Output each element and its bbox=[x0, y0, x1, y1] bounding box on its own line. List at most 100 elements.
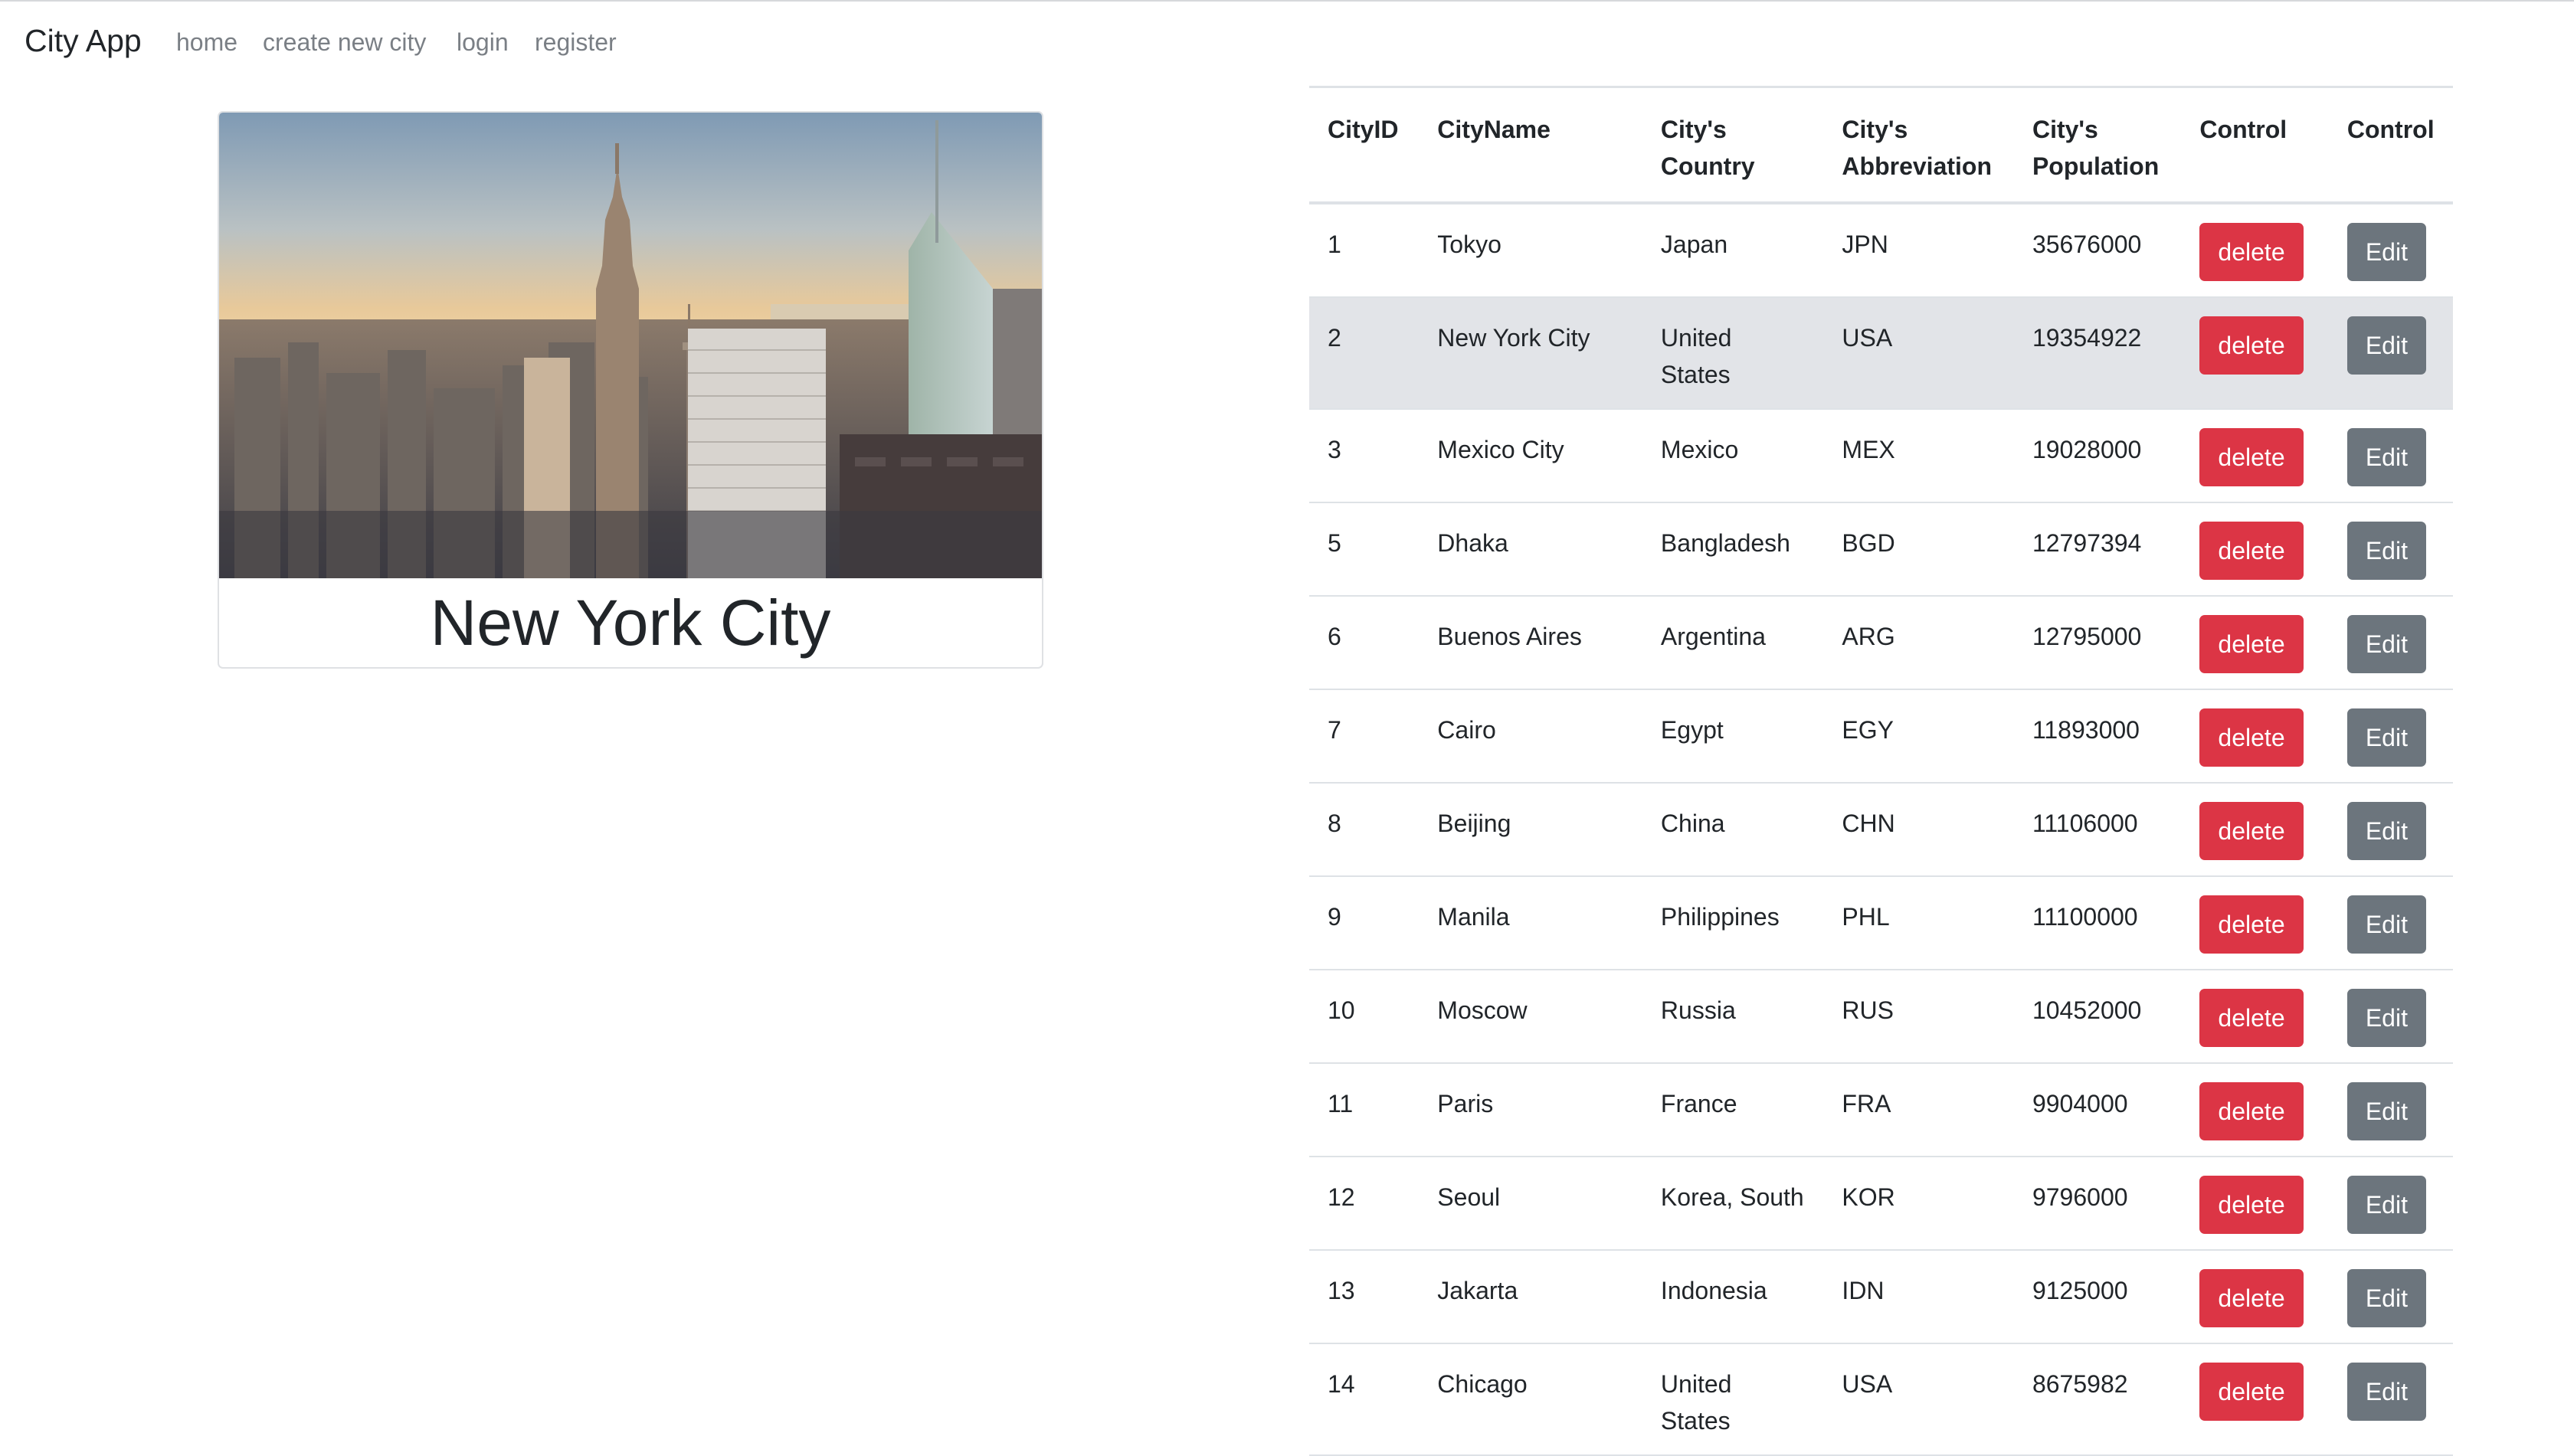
delete-button[interactable]: delete bbox=[2199, 1176, 2304, 1234]
table-row: 3 Mexico City Mexico MEX 19028000 delete… bbox=[1309, 409, 2453, 503]
cell-city-id: 13 bbox=[1309, 1250, 1420, 1344]
cell-city-abbreviation: PHL bbox=[1823, 876, 2014, 970]
header-city-population: City's Population bbox=[2013, 86, 2182, 204]
delete-button[interactable]: delete bbox=[2199, 1363, 2304, 1421]
cell-city-country: Philippines bbox=[1642, 876, 1824, 970]
cell-city-abbreviation: CHN bbox=[1823, 783, 2014, 877]
nav-link-register[interactable]: register bbox=[535, 28, 617, 57]
cell-city-id: 6 bbox=[1309, 596, 1420, 690]
cell-delete: delete bbox=[2181, 783, 2329, 877]
header-city-name: CityName bbox=[1419, 86, 1642, 204]
table-row: 6 Buenos Aires Argentina ARG 12795000 de… bbox=[1309, 596, 2453, 690]
cell-city-name: Manila bbox=[1419, 876, 1642, 970]
cell-city-id: 9 bbox=[1309, 876, 1420, 970]
header-city-abbreviation: City's Abbreviation bbox=[1823, 86, 2014, 204]
table-row: 12 Seoul Korea, South KOR 9796000 delete… bbox=[1309, 1157, 2453, 1251]
edit-button[interactable]: Edit bbox=[2346, 316, 2426, 375]
edit-button[interactable]: Edit bbox=[2346, 989, 2426, 1047]
edit-button[interactable]: Edit bbox=[2346, 223, 2426, 281]
edit-button[interactable]: Edit bbox=[2346, 1363, 2426, 1421]
edit-button[interactable]: Edit bbox=[2346, 428, 2426, 486]
cell-city-name: Moscow bbox=[1419, 970, 1642, 1064]
cell-city-name: Seoul bbox=[1419, 1157, 1642, 1251]
cell-edit: Edit bbox=[2328, 689, 2453, 784]
cell-edit: Edit bbox=[2328, 596, 2453, 690]
cell-edit: Edit bbox=[2328, 1157, 2453, 1251]
nav-link-create-new-city[interactable]: create new city bbox=[263, 28, 426, 57]
edit-button[interactable]: Edit bbox=[2346, 802, 2426, 860]
cell-city-id: 12 bbox=[1309, 1157, 1420, 1251]
delete-button[interactable]: delete bbox=[2199, 1082, 2304, 1140]
cell-city-population: 9796000 bbox=[2013, 1157, 2182, 1251]
table-row: 7 Cairo Egypt EGY 11893000 delete Edit bbox=[1309, 689, 2453, 784]
cell-city-name: Mexico City bbox=[1419, 409, 1642, 503]
cell-delete: delete bbox=[2181, 876, 2329, 970]
cell-edit: Edit bbox=[2328, 1250, 2453, 1344]
edit-button[interactable]: Edit bbox=[2346, 1269, 2426, 1327]
cell-delete: delete bbox=[2181, 596, 2329, 690]
cell-city-name: Jakarta bbox=[1419, 1250, 1642, 1344]
edit-button[interactable]: Edit bbox=[2346, 1176, 2426, 1234]
cell-edit: Edit bbox=[2328, 876, 2453, 970]
delete-button[interactable]: delete bbox=[2199, 1269, 2304, 1327]
table-row: 13 Jakarta Indonesia IDN 9125000 delete … bbox=[1309, 1250, 2453, 1344]
cell-city-country: United States bbox=[1642, 297, 1824, 410]
cell-delete: delete bbox=[2181, 203, 2329, 298]
table-row: 1 Tokyo Japan JPN 35676000 delete Edit bbox=[1309, 203, 2453, 298]
cell-delete: delete bbox=[2181, 409, 2329, 503]
cell-city-country: France bbox=[1642, 1063, 1824, 1157]
cell-city-name: Chicago bbox=[1419, 1343, 1642, 1456]
cell-city-population: 9125000 bbox=[2013, 1250, 2182, 1344]
cell-city-country: Japan bbox=[1642, 203, 1824, 298]
nav-link-login[interactable]: login bbox=[457, 28, 509, 57]
cell-city-id: 5 bbox=[1309, 502, 1420, 597]
cell-city-country: United States bbox=[1642, 1343, 1824, 1456]
cell-city-population: 19028000 bbox=[2013, 409, 2182, 503]
cell-edit: Edit bbox=[2328, 297, 2453, 410]
delete-button[interactable]: delete bbox=[2199, 522, 2304, 580]
table-header-row: CityID CityName City's Country City's Ab… bbox=[1309, 86, 2453, 204]
table-row: 5 Dhaka Bangladesh BGD 12797394 delete E… bbox=[1309, 502, 2453, 597]
navbar: City App home create new city login regi… bbox=[0, 0, 2574, 89]
edit-button[interactable]: Edit bbox=[2346, 522, 2426, 580]
cell-edit: Edit bbox=[2328, 1343, 2453, 1456]
cell-delete: delete bbox=[2181, 1063, 2329, 1157]
edit-button[interactable]: Edit bbox=[2346, 708, 2426, 767]
header-control-delete: Control bbox=[2181, 86, 2329, 204]
delete-button[interactable]: delete bbox=[2199, 802, 2304, 860]
featured-city-card: New York City bbox=[218, 111, 1043, 669]
cell-city-population: 8675982 bbox=[2013, 1343, 2182, 1456]
cell-city-population: 11100000 bbox=[2013, 876, 2182, 970]
cities-table: CityID CityName City's Country City's Ab… bbox=[1309, 86, 2453, 1456]
cell-edit: Edit bbox=[2328, 502, 2453, 597]
cell-city-country: Bangladesh bbox=[1642, 502, 1824, 597]
cell-city-country: Russia bbox=[1642, 970, 1824, 1064]
header-control-edit: Control bbox=[2328, 86, 2453, 204]
delete-button[interactable]: delete bbox=[2199, 708, 2304, 767]
delete-button[interactable]: delete bbox=[2199, 428, 2304, 486]
edit-button[interactable]: Edit bbox=[2346, 615, 2426, 673]
cell-city-population: 12797394 bbox=[2013, 502, 2182, 597]
cell-city-country: China bbox=[1642, 783, 1824, 877]
edit-button[interactable]: Edit bbox=[2346, 1082, 2426, 1140]
cell-city-name: Tokyo bbox=[1419, 203, 1642, 298]
cell-delete: delete bbox=[2181, 689, 2329, 784]
cell-edit: Edit bbox=[2328, 203, 2453, 298]
delete-button[interactable]: delete bbox=[2199, 895, 2304, 954]
cell-city-population: 10452000 bbox=[2013, 970, 2182, 1064]
edit-button[interactable]: Edit bbox=[2346, 895, 2426, 954]
featured-city-title: New York City bbox=[430, 587, 831, 659]
navbar-brand[interactable]: City App bbox=[25, 23, 142, 59]
delete-button[interactable]: delete bbox=[2199, 615, 2304, 673]
cell-edit: Edit bbox=[2328, 783, 2453, 877]
nav-link-home[interactable]: home bbox=[176, 28, 237, 57]
cell-city-abbreviation: FRA bbox=[1823, 1063, 2014, 1157]
delete-button[interactable]: delete bbox=[2199, 316, 2304, 375]
delete-button[interactable]: delete bbox=[2199, 989, 2304, 1047]
table-row: 11 Paris France FRA 9904000 delete Edit bbox=[1309, 1063, 2453, 1157]
cell-city-name: Cairo bbox=[1419, 689, 1642, 784]
delete-button[interactable]: delete bbox=[2199, 223, 2304, 281]
cell-city-name: New York City bbox=[1419, 297, 1642, 410]
cell-delete: delete bbox=[2181, 1250, 2329, 1344]
city-skyline-image bbox=[219, 113, 1042, 578]
